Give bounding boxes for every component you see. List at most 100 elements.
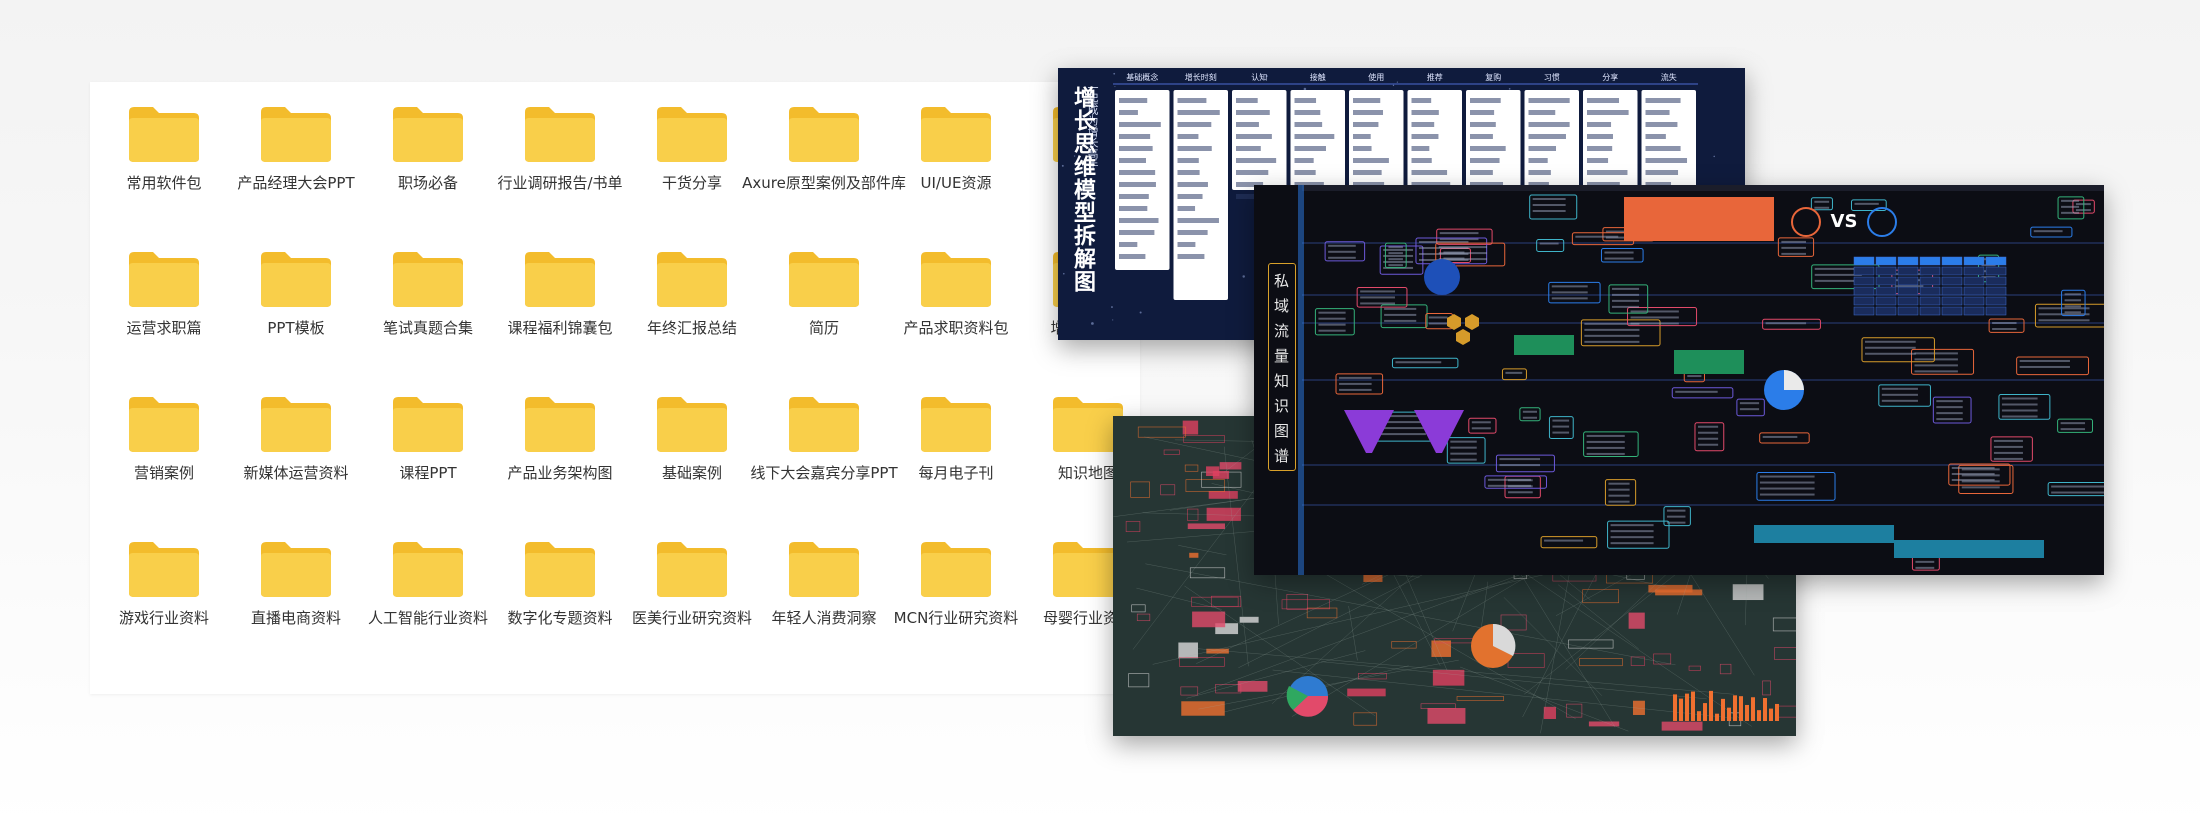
folder-item[interactable]: 笔试真题合集 [362, 249, 494, 394]
private-node-text [1532, 210, 1566, 213]
growth-column-header: 复购 [1485, 72, 1501, 82]
folder-label: 笔试真题合集 [382, 319, 473, 337]
folder-item[interactable]: 常用软件包 [98, 104, 230, 249]
folder-item[interactable]: 产品经理大会PPT [230, 104, 362, 249]
folder-item[interactable]: 直播电商资料 [230, 539, 362, 684]
folder-item[interactable]: 数字化专题资料 [494, 539, 626, 684]
growth-text-line [1294, 158, 1314, 163]
private-node-text [1611, 299, 1640, 302]
folder-icon [657, 107, 727, 162]
private-node-text [1814, 206, 1830, 209]
private-node-text [1395, 361, 1442, 364]
folder-item[interactable]: 线下大会嘉宾分享PPT [750, 394, 898, 539]
folder-label: 课程福利锦囊包 [507, 319, 613, 337]
private-table-cell [1941, 266, 1963, 276]
folder-icon [261, 107, 331, 162]
private-node-text [1604, 251, 1634, 254]
folder-icon [921, 397, 991, 452]
growth-text-line [1177, 254, 1205, 259]
private-node-text [1759, 481, 1815, 484]
private-node-text [1532, 204, 1566, 207]
folder-item[interactable]: UI/UE资源 [890, 104, 1022, 249]
growth-text-line [1177, 146, 1212, 151]
private-node-text [1610, 530, 1654, 533]
folder-item[interactable]: 干货分享 [626, 104, 758, 249]
folder-label: PPT模板 [267, 319, 325, 337]
private-table-cell [1853, 296, 1875, 306]
folder-item[interactable]: 行业调研报告/书单 [494, 104, 626, 249]
folder-item[interactable]: 年轻人消费洞察 [758, 539, 890, 684]
green-bar [1727, 707, 1731, 721]
green-node [1206, 466, 1220, 477]
folder-item[interactable]: 营销案例 [98, 394, 230, 539]
private-table-cell [1897, 296, 1919, 306]
folder-item[interactable]: 年终汇报总结 [626, 249, 758, 394]
private-node-text [1450, 452, 1477, 455]
folder-item[interactable]: 运营求职篇 [98, 249, 230, 394]
growth-text-line [1353, 110, 1384, 115]
growth-text-line [1470, 146, 1506, 151]
private-node-text [1584, 328, 1640, 331]
growth-text-line [1470, 110, 1495, 115]
green-bar [1739, 696, 1743, 721]
folder-label: 年轻人消费洞察 [771, 609, 877, 627]
folder-icon [789, 542, 859, 597]
growth-text-line [1177, 182, 1208, 187]
folder-icon [525, 397, 595, 452]
folder-item[interactable]: 每月电子刊 [890, 394, 1022, 539]
private-node-text [2064, 299, 2082, 302]
folder-icon [261, 397, 331, 452]
private-table-cell [1875, 306, 1897, 316]
folder-item[interactable]: PPT模板 [230, 249, 362, 394]
folder-item[interactable]: MCN行业研究资料 [890, 539, 1022, 684]
folder-item[interactable]: 医美行业研究资料 [626, 539, 758, 684]
private-node-text [1383, 248, 1414, 251]
private-node-text [2001, 415, 2038, 418]
folder-label: 常用软件包 [126, 174, 202, 192]
private-node-text [1610, 524, 1654, 527]
private-node-text [1318, 311, 1346, 314]
private-node-text [2019, 359, 2070, 362]
folder-item[interactable]: 新媒体运营资料 [230, 394, 362, 539]
green-node [1178, 642, 1198, 659]
private-table-cell [1897, 286, 1919, 296]
folder-item[interactable]: 职场必备 [362, 104, 494, 249]
folder-item[interactable]: 基础案例 [626, 394, 758, 539]
growth-text-line [1470, 170, 1493, 175]
folder-item[interactable]: 游戏行业资料 [98, 539, 230, 684]
private-node-text [1318, 317, 1346, 320]
folder-item[interactable]: Axure原型案例及部件库 [742, 104, 906, 249]
folder-label: 直播电商资料 [250, 609, 341, 627]
folder-item[interactable]: 课程PPT [362, 394, 494, 539]
growth-text-line [1294, 98, 1317, 103]
private-table-cell [1853, 276, 1875, 286]
growth-text-line [1119, 194, 1149, 199]
private-node-text [1608, 482, 1630, 485]
private-node-text [1539, 242, 1559, 245]
private-node-text [2038, 307, 2090, 310]
private-node-text [1666, 521, 1686, 524]
growth-text-line [1528, 98, 1570, 103]
private-node-text [1993, 439, 2023, 442]
folder-item[interactable]: 简历 [758, 249, 890, 394]
private-node-text [1914, 364, 1958, 367]
folder-item[interactable]: 产品求职资料包 [890, 249, 1022, 394]
growth-text-line [1236, 110, 1270, 115]
private-table-cell [1897, 306, 1919, 316]
private-table-cell [1941, 256, 1963, 266]
folder-label: 基础案例 [661, 464, 722, 482]
folder-label: MCN行业研究资料 [893, 609, 1019, 627]
growth-text-line [1411, 122, 1435, 127]
folder-icon [393, 542, 463, 597]
private-node-text [1450, 446, 1477, 449]
green-node [1187, 523, 1225, 530]
private-node-text [1551, 285, 1588, 288]
folder-item[interactable]: 课程福利锦囊包 [494, 249, 626, 394]
folder-item[interactable]: 产品业务架构图 [494, 394, 626, 539]
growth-text-line [1236, 98, 1258, 103]
private-node-text [1697, 425, 1719, 428]
folder-item[interactable]: 人工智能行业资料 [362, 539, 494, 684]
green-node [1206, 507, 1241, 521]
private-node-text [1428, 316, 1448, 319]
growth-text-line [1119, 230, 1155, 235]
